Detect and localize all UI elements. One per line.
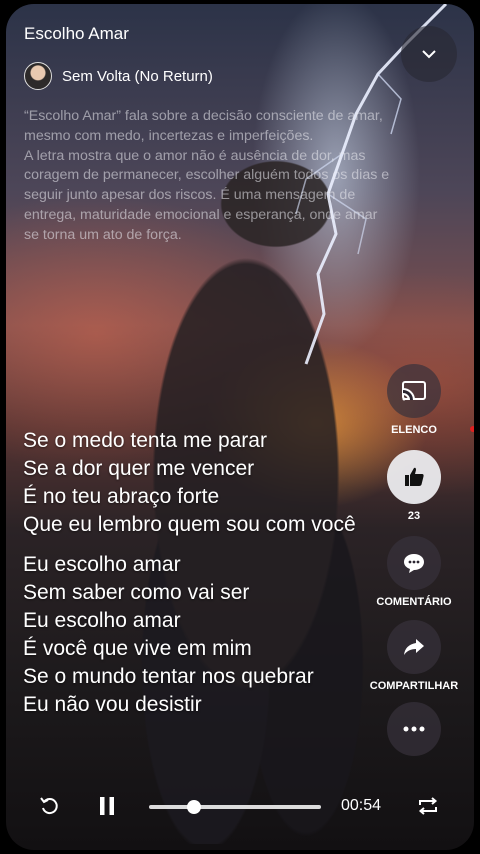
recording-indicator (470, 426, 474, 432)
progress-slider[interactable] (149, 800, 321, 814)
artist-name: Sem Volta (No Return) (62, 67, 213, 85)
lyric-line: Eu escolho amar (23, 553, 181, 576)
share-button[interactable] (387, 620, 441, 674)
lyrics-stanza: Se o medo tenta me parar Se a dor quer m… (23, 427, 363, 539)
comment-action: COMENTÁRIO (376, 536, 452, 608)
comment-label: COMENTÁRIO (376, 596, 452, 608)
collapse-button[interactable] (401, 26, 457, 82)
lyric-line: Que eu lembro quem sou com você (23, 513, 356, 536)
cast-icon (402, 381, 426, 401)
player-screen: Escolho Amar Sem Volta (No Return) “Esco… (6, 4, 474, 850)
repeat-icon (418, 797, 438, 815)
like-action: 23 (386, 450, 442, 522)
lyric-line: Se o mundo tentar nos quebrar (23, 665, 314, 688)
lyric-line: Eu escolho amar (23, 609, 181, 632)
progress-thumb[interactable] (186, 800, 201, 814)
lyric-line: Se a dor quer me vencer (23, 457, 255, 480)
lyric-line: É no teu abraço forte (23, 485, 220, 508)
comment-icon (404, 554, 424, 573)
lyric-line: Se o medo tenta me parar (23, 429, 267, 452)
like-button[interactable] (387, 450, 441, 504)
description-paragraph: “Escolho Amar” fala sobre a decisão cons… (24, 108, 383, 144)
elapsed-time: 00:54 (341, 797, 382, 814)
thumbs-up-icon (405, 467, 424, 486)
song-description: “Escolho Amar” fala sobre a decisão cons… (24, 107, 396, 246)
lyric-line: Sem saber como vai ser (23, 581, 250, 604)
cast-action: ELENCO (386, 364, 442, 436)
replay-icon (40, 797, 58, 815)
share-label: COMPARTILHAR (369, 680, 459, 692)
more-icon (403, 726, 425, 732)
chevron-down-icon (422, 50, 436, 59)
lyric-line: Eu não vou desistir (23, 693, 202, 716)
pause-icon (100, 797, 114, 815)
like-count: 23 (407, 510, 421, 522)
lyrics-stanza: Eu escolho amar Sem saber como vai ser E… (23, 551, 363, 719)
avatar (24, 62, 52, 90)
share-icon (404, 639, 424, 655)
cast-button[interactable] (387, 364, 441, 418)
lyric-line: É você que vive em mim (23, 637, 252, 660)
replay-button[interactable] (32, 788, 68, 824)
more-button[interactable] (387, 702, 441, 756)
repeat-button[interactable] (410, 788, 446, 824)
share-action: COMPARTILHAR (370, 620, 458, 692)
comment-button[interactable] (387, 536, 441, 590)
artist-row[interactable]: Sem Volta (No Return) (24, 62, 213, 90)
more-action (386, 702, 442, 756)
description-paragraph: A letra mostra que o amor não é ausência… (24, 147, 390, 243)
song-title: Escolho Amar (24, 24, 129, 43)
playback-controls: 00:54 (6, 788, 474, 828)
cast-label: ELENCO (391, 424, 437, 436)
lyrics-panel[interactable]: Se o medo tenta me parar Se a dor quer m… (23, 427, 363, 752)
pause-button[interactable] (89, 788, 125, 824)
